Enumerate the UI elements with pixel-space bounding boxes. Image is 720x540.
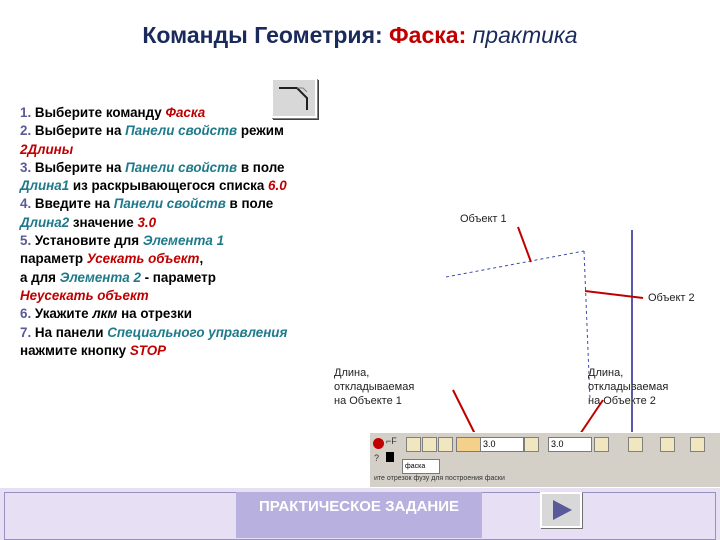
toolbar-dropdown[interactable] <box>386 452 394 462</box>
fx-icon: ⌐F <box>386 436 397 446</box>
toolbar-button-2[interactable] <box>422 437 437 452</box>
object-2-label: Объект 2 <box>648 292 695 304</box>
length-1-label: Длина, откладываемая на Объекте 1 <box>334 367 415 407</box>
play-arrow-icon <box>553 500 572 520</box>
toolbar-button-4[interactable] <box>524 437 539 452</box>
length2-field[interactable]: 3.0 <box>548 437 592 452</box>
toolbar-button-7[interactable] <box>660 437 675 452</box>
object-1-pointer <box>517 226 532 263</box>
next-slide-button[interactable] <box>540 492 582 528</box>
length1-field[interactable]: 3.0 <box>480 437 524 452</box>
toolbar-button-3[interactable] <box>438 437 453 452</box>
toolbar-button-6[interactable] <box>628 437 643 452</box>
object-2-pointer <box>584 290 644 299</box>
object-1-dashed-line <box>445 250 585 278</box>
status-hint: ите отрезок фузу для построения фаски <box>374 475 505 482</box>
practice-task-button[interactable]: ПРАКТИЧЕСКОЕ ЗАДАНИЕ <box>236 492 482 538</box>
toolbar-button-1[interactable] <box>406 437 421 452</box>
stop-icon[interactable] <box>373 438 384 449</box>
properties-panel: ⌐F 3.0 3.0 ? фаска ите отрезок фузу для … <box>370 432 720 487</box>
object-1-label: Объект 1 <box>460 213 507 225</box>
toolbar-button-5[interactable] <box>594 437 609 452</box>
toolbar-button-8[interactable] <box>690 437 705 452</box>
chamfer-chip[interactable]: фаска <box>402 459 440 474</box>
length-2-label: Длина, откладываемая на Объекте 2 <box>588 367 669 407</box>
help-icon[interactable]: ? <box>374 453 379 463</box>
